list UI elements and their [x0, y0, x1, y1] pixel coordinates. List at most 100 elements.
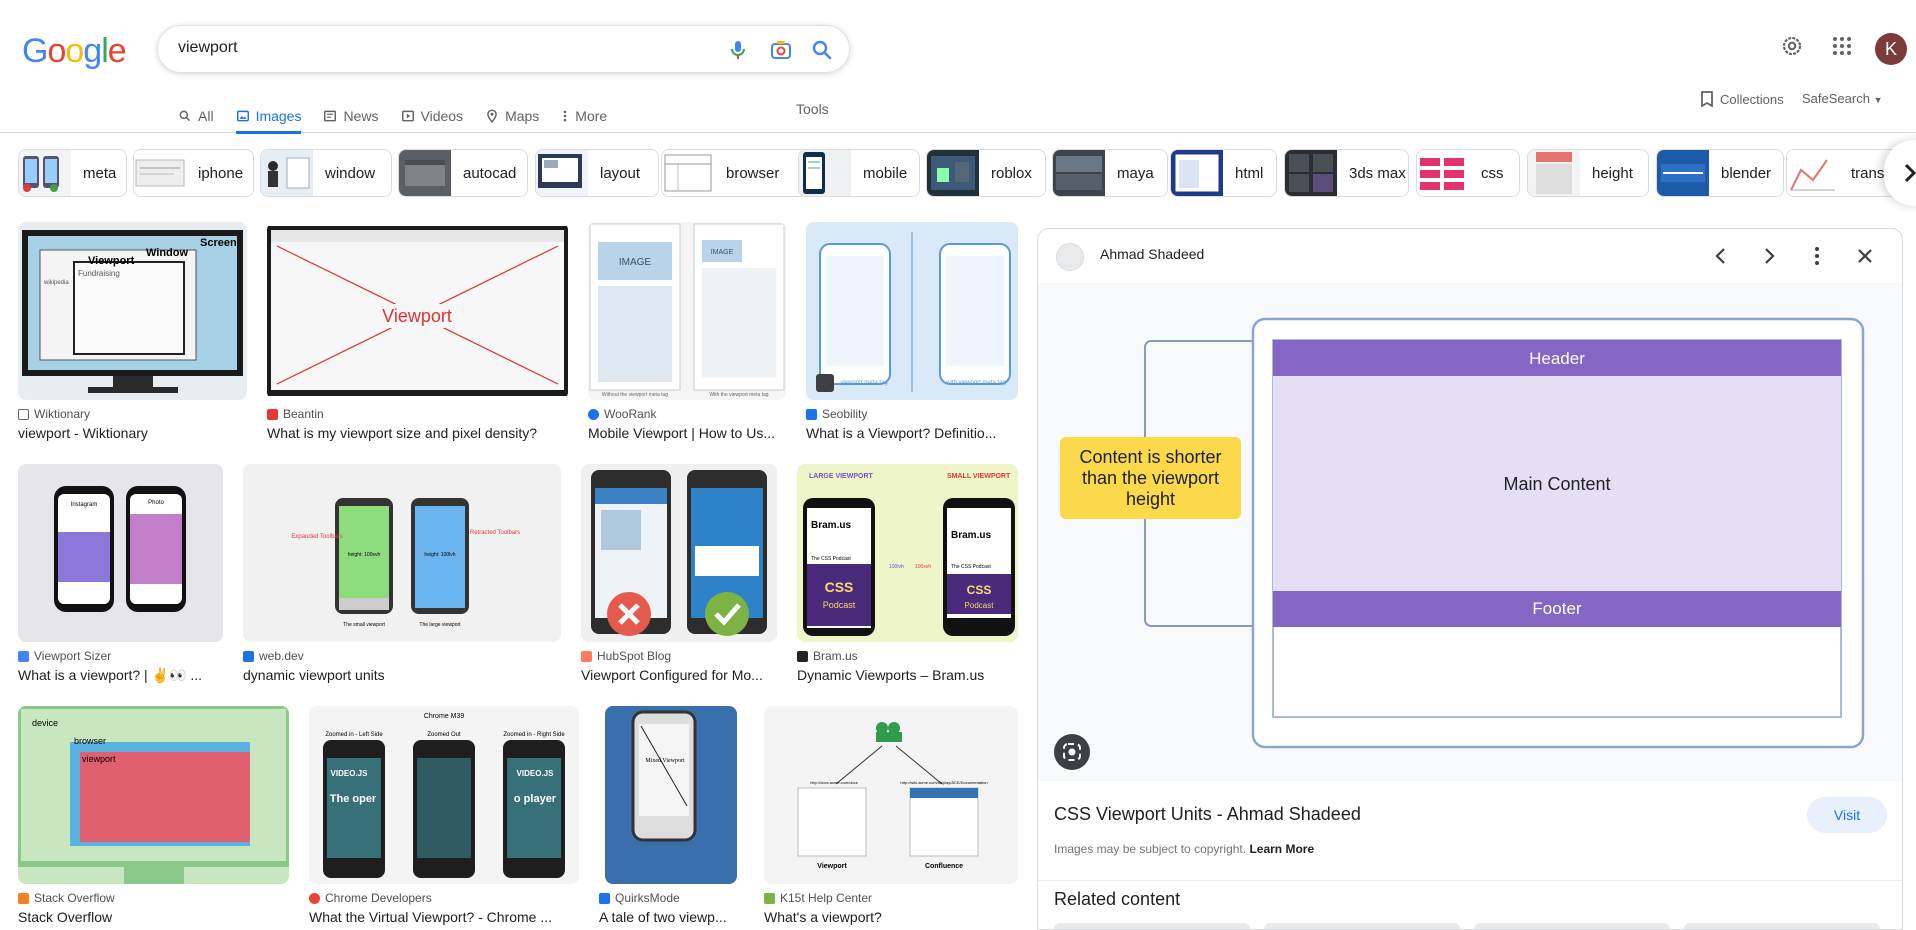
tab-maps[interactable]: Maps [485, 100, 539, 132]
favicon-icon [267, 408, 278, 420]
image-text: VIDEO.JS [517, 769, 555, 778]
result-title[interactable]: dynamic viewport units [243, 667, 561, 683]
image-text: The oper [330, 793, 377, 805]
image-text: http://docs.acme.com/docs [810, 780, 858, 785]
tab-images[interactable]: Images [235, 100, 302, 134]
account-avatar[interactable]: K [1875, 33, 1907, 65]
related-thumbnail[interactable] [1054, 923, 1250, 929]
safesearch-dropdown[interactable]: SafeSearch ▼ [1802, 91, 1882, 106]
tab-news[interactable]: News [323, 100, 379, 132]
result-image [581, 464, 777, 642]
chip-label: browser [726, 164, 780, 182]
favicon-icon [806, 408, 817, 420]
related-thumbnail[interactable] [1474, 923, 1670, 929]
search-icon[interactable] [810, 38, 834, 62]
chip-blender[interactable]: blender [1656, 149, 1784, 197]
chip-label: iphone [198, 164, 244, 182]
google-logo[interactable]: Google [22, 32, 127, 71]
image-text: Fundraising [78, 269, 120, 278]
chip-mobile[interactable]: mobile [798, 149, 920, 197]
tab-label: Images [255, 107, 302, 124]
favicon-icon [243, 650, 254, 662]
result-title[interactable]: Mobile Viewport | How to Us... [588, 425, 786, 441]
chip-browser[interactable]: browser [661, 149, 808, 197]
image-text: Mixed Viewport [645, 758, 685, 764]
result-title[interactable]: What is a Viewport? Definitio... [806, 425, 1018, 441]
pin-icon [487, 109, 497, 123]
image-text: Bram.us [811, 520, 851, 531]
chip-html[interactable]: html [1170, 149, 1277, 197]
chip-iphone[interactable]: iphone [133, 149, 254, 197]
settings-gear-icon[interactable] [1780, 34, 1804, 63]
search-input[interactable] [178, 39, 678, 57]
image-text: wikipedia [43, 280, 69, 286]
result-title[interactable]: viewport - Wiktionary [18, 425, 247, 441]
result-title[interactable]: What is a viewport? | ✌️👀 ... [18, 667, 223, 684]
copyright-notice: Images may be subject to copyright. Lear… [1054, 842, 1315, 856]
chip-roblox[interactable]: roblox [926, 149, 1046, 197]
diagram-header-label: Header [1529, 349, 1585, 368]
tab-videos[interactable]: Videos [401, 100, 463, 132]
result-source: HubSpot Blog [581, 649, 671, 663]
image-icon [236, 110, 249, 121]
tab-all[interactable]: All [178, 100, 214, 132]
visit-button[interactable]: Visit [1807, 797, 1887, 833]
result-title[interactable]: Viewport Configured for Mo... [581, 667, 777, 683]
favicon-icon [797, 650, 808, 662]
result-title[interactable]: What is my viewport size and pixel densi… [267, 425, 568, 441]
result-image: Instagram Photo [18, 464, 223, 642]
result-title[interactable]: Dynamic Viewports – Bram.us [797, 667, 1018, 683]
chip-height[interactable]: height [1527, 149, 1649, 197]
favicon-icon [18, 892, 29, 904]
result-image: Screen Window Viewport Fundraising wikip… [18, 222, 247, 400]
result-title[interactable]: A tale of two viewp... [599, 909, 739, 925]
chevron-left-icon[interactable] [1709, 244, 1733, 268]
chip-meta[interactable]: meta [18, 149, 127, 197]
chip-label: window [325, 164, 376, 182]
tools-button[interactable]: Tools [796, 101, 829, 117]
microphone-icon[interactable] [726, 38, 750, 62]
chip-label: blender [1721, 164, 1772, 182]
tab-label: More [575, 108, 608, 124]
close-icon[interactable] [1853, 244, 1877, 268]
camera-lens-icon[interactable] [769, 38, 793, 62]
image-text: IMAGE [619, 257, 652, 268]
panel-title[interactable]: CSS Viewport Units - Ahmad Shadeed [1054, 804, 1361, 825]
result-image: Expanded Toolbars Retracted Toolbars hei… [243, 464, 561, 642]
result-image: Chrome M39 Zoomed in - Left Side Zoomed … [309, 706, 579, 884]
result-title[interactable]: Stack Overflow [18, 909, 289, 925]
diagram-footer-label: Footer [1532, 599, 1581, 618]
chip-transf[interactable]: transf [1786, 149, 1898, 197]
chip-label: autocad [463, 164, 517, 182]
related-thumbnail[interactable] [1684, 923, 1880, 929]
tab-more[interactable]: More [561, 100, 607, 132]
result-image: Viewport [267, 222, 568, 400]
chip-autocad[interactable]: autocad [398, 149, 528, 197]
result-source: Seobility [806, 407, 867, 421]
result-image: LARGE VIEWPORT SMALL VIEWPORT Bram.us Br… [797, 464, 1018, 642]
result-title[interactable]: What the Virtual Viewport? - Chrome ... [309, 909, 574, 925]
result-source: Bram.us [797, 649, 858, 663]
chip-css[interactable]: css [1416, 149, 1520, 197]
chip-layout[interactable]: layout [535, 149, 659, 197]
tab-label: Maps [505, 108, 540, 124]
chip-label: height [1592, 164, 1633, 182]
chevron-right-icon[interactable] [1757, 244, 1781, 268]
collections-label: Collections [1720, 91, 1784, 107]
image-text: Zoomed Out [427, 732, 461, 738]
chip-window[interactable]: window [260, 149, 392, 197]
lens-search-icon[interactable] [1054, 734, 1090, 770]
more-vertical-icon[interactable] [1805, 244, 1829, 268]
chip-3ds-max[interactable]: 3ds max [1284, 149, 1409, 197]
apps-grid-icon[interactable] [1830, 34, 1854, 63]
chip-thumbnail [1285, 150, 1337, 196]
related-thumbnail[interactable] [1264, 923, 1460, 929]
play-icon [401, 110, 414, 122]
image-preview-panel: Ahmad Shadeed Header Main Content Footer… [1037, 228, 1903, 930]
panel-source-name[interactable]: Ahmad Shadeed [1100, 246, 1204, 262]
result-title[interactable]: What's a viewport? [764, 909, 1018, 925]
collections-button[interactable]: Collections [1700, 91, 1784, 107]
learn-more-link[interactable]: Learn More [1249, 842, 1314, 856]
chip-maya[interactable]: maya [1052, 149, 1168, 197]
image-text: CSS [967, 583, 992, 597]
